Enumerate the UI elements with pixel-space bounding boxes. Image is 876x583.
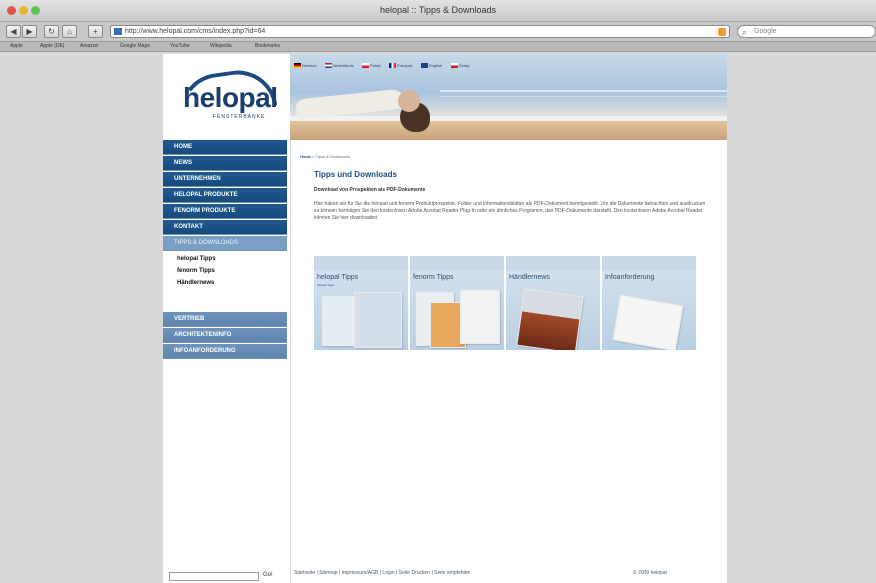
subnav-item-haendlernews[interactable]: Händlernews	[177, 280, 214, 286]
bookmark-item[interactable]: Apple (DE)	[40, 43, 64, 49]
tile-header	[602, 256, 696, 270]
tile-label: fenorm Tipps	[413, 274, 454, 281]
bookmark-item[interactable]: Bookmarks	[255, 43, 280, 49]
language-link[interactable]: Česky	[459, 63, 470, 68]
banner-person-head	[398, 90, 420, 112]
bookmark-item[interactable]: YouTube	[170, 43, 190, 49]
subnav-item-fenorm-tipps[interactable]: fenorm Tipps	[177, 268, 215, 274]
language-selector: Deutsch Nederlands Polski Français Engli…	[294, 57, 474, 69]
search-icon: ⌕	[742, 28, 747, 37]
flag-fr-icon	[389, 63, 397, 69]
nav-item-vertrieb[interactable]: VERTRIEB	[163, 312, 287, 327]
nav-item-architekteninfo[interactable]: ARCHITEKTENINFO	[163, 328, 287, 343]
header-banner: Deutsch Nederlands Polski Français Engli…	[290, 54, 727, 140]
site-favicon-icon	[114, 28, 122, 35]
nav-item-kontakt[interactable]: KONTAKT	[163, 220, 287, 235]
breadcrumb-current: » Tipps & Downloads	[312, 154, 350, 159]
banner-person	[295, 88, 407, 120]
page-intro-text: Hier haben wir für Sie die helopal und f…	[314, 201, 706, 221]
home-button[interactable]: ⌂	[62, 25, 77, 38]
nav-item-home[interactable]: HOME	[163, 140, 287, 155]
site-container: helopal FENSTERBÄNKE Deutsch Nederlands …	[163, 54, 727, 583]
forward-button[interactable]: ▶	[22, 25, 37, 38]
bookmarks-bar: Apple Apple (DE) Amazon Google Maps YouT…	[0, 42, 876, 52]
language-link[interactable]: English	[429, 63, 442, 68]
left-navigation: HOME NEWS UNTERNEHMEN HELOPAL PRODUKTE F…	[163, 140, 290, 583]
download-tile-fenorm-tipps[interactable]: fenorm Tipps	[410, 256, 505, 350]
download-tile-helopal-tipps[interactable]: helopal Tipps helopal Tipps	[314, 256, 409, 350]
flag-nl-icon	[325, 63, 333, 69]
tile-label: Infoanforderung	[605, 274, 655, 281]
download-tile-haendlernews[interactable]: Händlernews	[506, 256, 601, 350]
nav-item-infoanforderung[interactable]: INFOANFORDERUNG	[163, 344, 287, 359]
tile-sublabel: helopal Tipps	[317, 283, 335, 287]
page-viewport: helopal FENSTERBÄNKE Deutsch Nederlands …	[0, 52, 876, 583]
rss-icon[interactable]	[718, 28, 726, 36]
address-bar[interactable]: http://www.helopal.com/cms/index.php?id=…	[110, 25, 730, 38]
download-tiles: helopal Tipps helopal Tipps fenorm Tipps…	[314, 256, 697, 350]
flag-pl-icon	[362, 63, 370, 69]
plus-icon: +	[93, 27, 98, 36]
window-titlebar: helopal :: Tipps & Downloads	[0, 0, 876, 22]
tile-label: helopal Tipps	[317, 274, 359, 281]
tile-label: Händlernews	[509, 274, 550, 281]
banner-floor	[290, 121, 727, 140]
logo-text: helopal	[183, 82, 278, 113]
nav-item-helopal-produkte[interactable]: HELOPAL PRODUKTE	[163, 188, 287, 203]
footer-links[interactable]: Startseite | Sitemap | Impressum/AGB | L…	[294, 570, 470, 576]
forward-arrow-icon: ▶	[26, 27, 33, 36]
language-link[interactable]: Français	[397, 63, 412, 68]
download-tile-infoanforderung[interactable]: Infoanforderung	[602, 256, 697, 350]
nav-item-fenorm-produkte[interactable]: FENORM PRODUKTE	[163, 204, 287, 219]
banner-blind	[440, 96, 727, 97]
back-button[interactable]: ◀	[6, 25, 21, 38]
newsletter-thumbnail	[516, 288, 584, 350]
nav-item-news[interactable]: NEWS	[163, 156, 287, 171]
brochure-thumbnail	[354, 292, 402, 348]
bookmark-item[interactable]: Amazon	[80, 43, 98, 49]
window-title: helopal :: Tipps & Downloads	[379, 5, 497, 15]
subnav-item-helopal-tipps[interactable]: helopal Tipps	[177, 256, 216, 262]
language-link[interactable]: Polski	[370, 63, 381, 68]
nav-item-unternehmen[interactable]: UNTERNEHMEN	[163, 172, 287, 187]
breadcrumb: Home » Tipps & Downloads	[300, 154, 350, 159]
browser-toolbar: ◀ ▶ ↻ ⌂ + http://www.helopal.com/cms/ind…	[0, 22, 876, 42]
breadcrumb-home-link[interactable]: Home	[300, 154, 311, 159]
banner-blind	[440, 90, 727, 92]
flag-uk-icon	[420, 63, 428, 69]
flag-cz-icon	[450, 63, 458, 69]
tile-header	[314, 256, 408, 270]
nav-item-tipps-downloads[interactable]: TIPPS & DOWNLOADS	[163, 236, 287, 251]
address-url: http://www.helopal.com/cms/index.php?id=…	[125, 28, 266, 35]
bookmark-item[interactable]: Wikipedia	[210, 43, 232, 49]
home-icon: ⌂	[67, 27, 72, 36]
flag-de-icon	[294, 63, 301, 69]
site-search-input[interactable]	[169, 572, 259, 581]
main-content: Home » Tipps & Downloads Tipps und Downl…	[290, 140, 727, 583]
logo[interactable]: helopal FENSTERBÄNKE	[163, 54, 290, 140]
copyright: © 2009 helopal	[633, 570, 667, 576]
search-placeholder: Google	[754, 28, 777, 35]
language-link[interactable]: Deutsch	[302, 63, 317, 68]
site-search-button[interactable]: Go!	[263, 572, 273, 578]
bookmark-item[interactable]: Google Maps	[120, 43, 150, 49]
language-link[interactable]: Nederlands	[333, 63, 353, 68]
browser-search-input[interactable]: ⌕ Google	[737, 25, 876, 38]
page-title: Tipps und Downloads	[314, 170, 397, 179]
add-bookmark-button[interactable]: +	[88, 25, 103, 38]
bookmark-item[interactable]: Apple	[10, 43, 23, 49]
brochure-thumbnail	[460, 290, 500, 344]
reload-button[interactable]: ↻	[44, 25, 59, 38]
form-thumbnail	[612, 294, 684, 350]
reload-icon: ↻	[48, 27, 55, 36]
back-arrow-icon: ◀	[10, 27, 17, 36]
logo-subtitle: FENSTERBÄNKE	[213, 114, 266, 120]
tile-header	[410, 256, 504, 270]
page-subtitle: Download von Prospekten als PDF-Dokument…	[314, 187, 426, 193]
tile-header	[506, 256, 600, 270]
